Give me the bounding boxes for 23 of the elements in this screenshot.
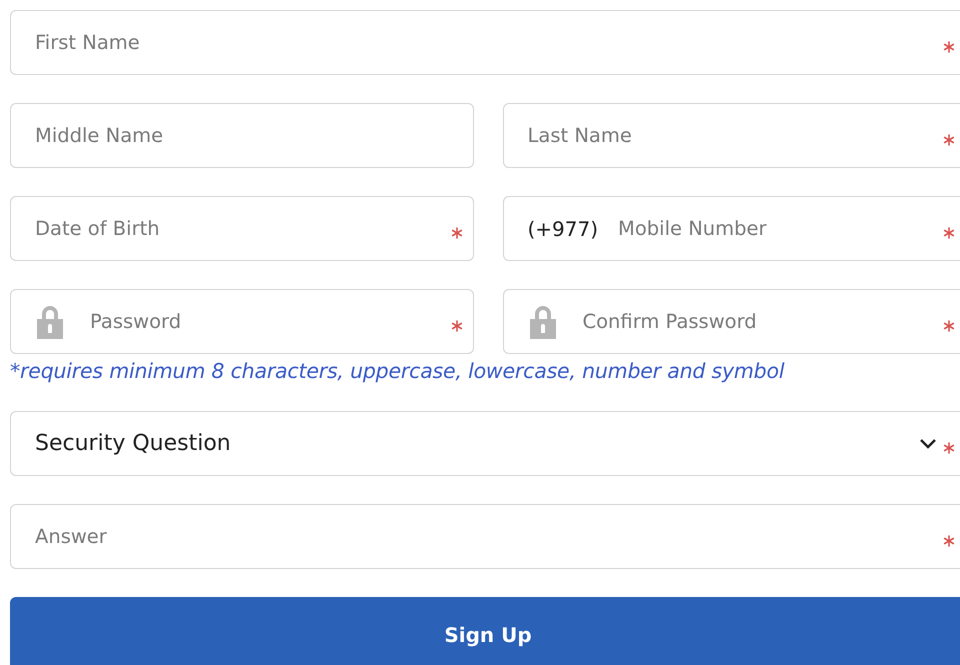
text-input[interactable]: Date of Birth <box>35 217 450 240</box>
text-input[interactable]: Answer <box>35 525 943 548</box>
text-input[interactable]: First Name <box>35 31 943 54</box>
text-field[interactable]: Answer <box>10 504 960 569</box>
lock-icon <box>35 304 65 339</box>
password-input[interactable]: Confirm Password <box>582 310 943 333</box>
password-field[interactable]: Confirm Password <box>502 289 960 354</box>
country-code: (+977) <box>528 216 598 240</box>
text-field[interactable]: Last Name <box>502 103 960 168</box>
password-field[interactable]: Password <box>10 289 474 354</box>
lock-icon <box>528 304 558 339</box>
password-hint: *requires minimum 8 characters, uppercase, lowercase, number and symbol <box>10 359 786 383</box>
phone-field[interactable]: (+977) Mobile Number <box>502 196 960 261</box>
text-input[interactable]: Last Name <box>528 124 943 147</box>
text-field[interactable]: Date of Birth <box>10 196 474 261</box>
sign-up-button[interactable]: Sign Up <box>10 597 960 665</box>
text-field[interactable]: First Name <box>10 10 960 75</box>
password-input[interactable]: Password <box>90 310 450 333</box>
text-input[interactable]: Middle Name <box>35 124 462 147</box>
chevron-down-icon <box>919 438 937 449</box>
text-field[interactable]: Middle Name <box>10 103 474 168</box>
phone-input[interactable]: Mobile Number <box>618 217 943 240</box>
select-field[interactable]: Security Question <box>10 411 960 476</box>
